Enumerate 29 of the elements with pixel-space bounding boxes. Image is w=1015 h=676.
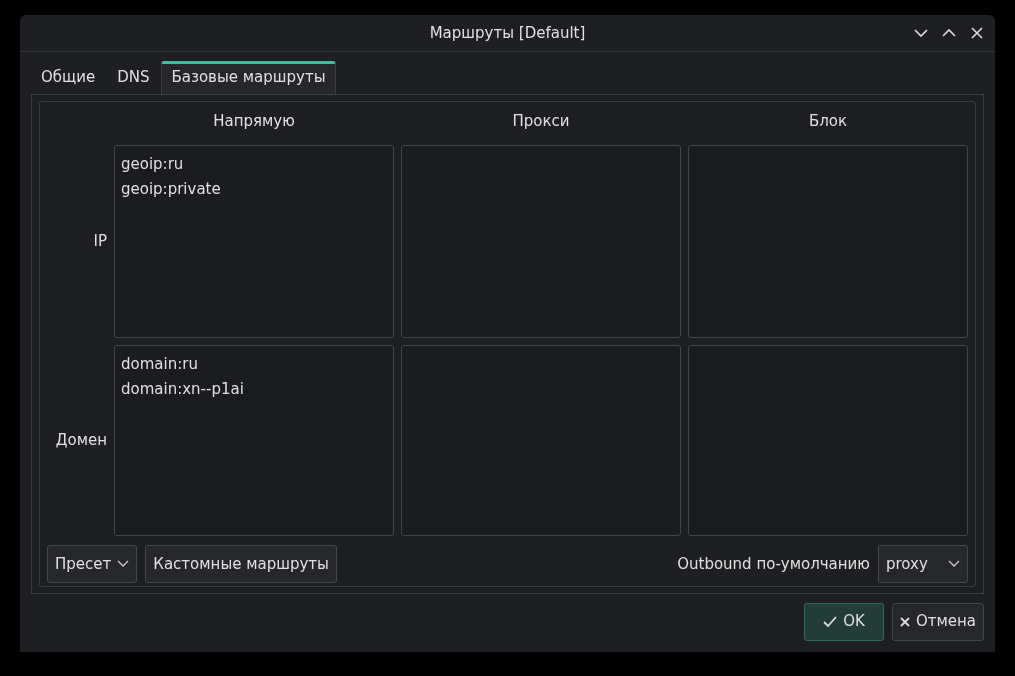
tab[interactable]: Общие [31,61,106,94]
rule-list-field[interactable]: geoip:ru geoip:private [114,145,394,338]
preset-dropdown[interactable]: Пресет [47,545,138,583]
rule-list-field[interactable] [401,345,681,536]
rule-list-field[interactable] [688,345,968,536]
column-header: Блок [807,110,849,132]
rule-text: geoip:private [121,179,221,200]
check-icon [823,615,838,628]
rule-text: domain:ru [121,354,198,375]
row-label: Домен [55,430,107,452]
column-header: Напрямую [212,110,296,132]
close-icon [899,616,910,627]
rule-text: geoip:ru [121,154,184,175]
column-header: Прокси [511,110,571,132]
default-outbound-label: Outbound по-умолчанию [677,553,870,575]
cancel-button[interactable]: Отмена [891,602,984,641]
default-outbound-dropdown[interactable]: proxy [878,545,968,583]
caret-icon [948,560,960,568]
custom-routes-button[interactable]: Кастомные маршруты [145,545,337,583]
tab[interactable]: DNS [107,61,160,94]
ok-button[interactable]: OK [804,602,884,641]
rule-list-field[interactable] [401,145,681,338]
rule-list-field[interactable] [688,145,968,338]
window-title: Маршруты [Default] [429,22,586,44]
caret-icon [117,560,130,568]
tab[interactable]: Базовые маршруты [161,61,336,94]
rule-list-field[interactable]: domain:ru domain:xn--p1ai [114,345,394,536]
rule-text: domain:xn--p1ai [121,379,244,400]
row-label: IP [93,231,107,253]
